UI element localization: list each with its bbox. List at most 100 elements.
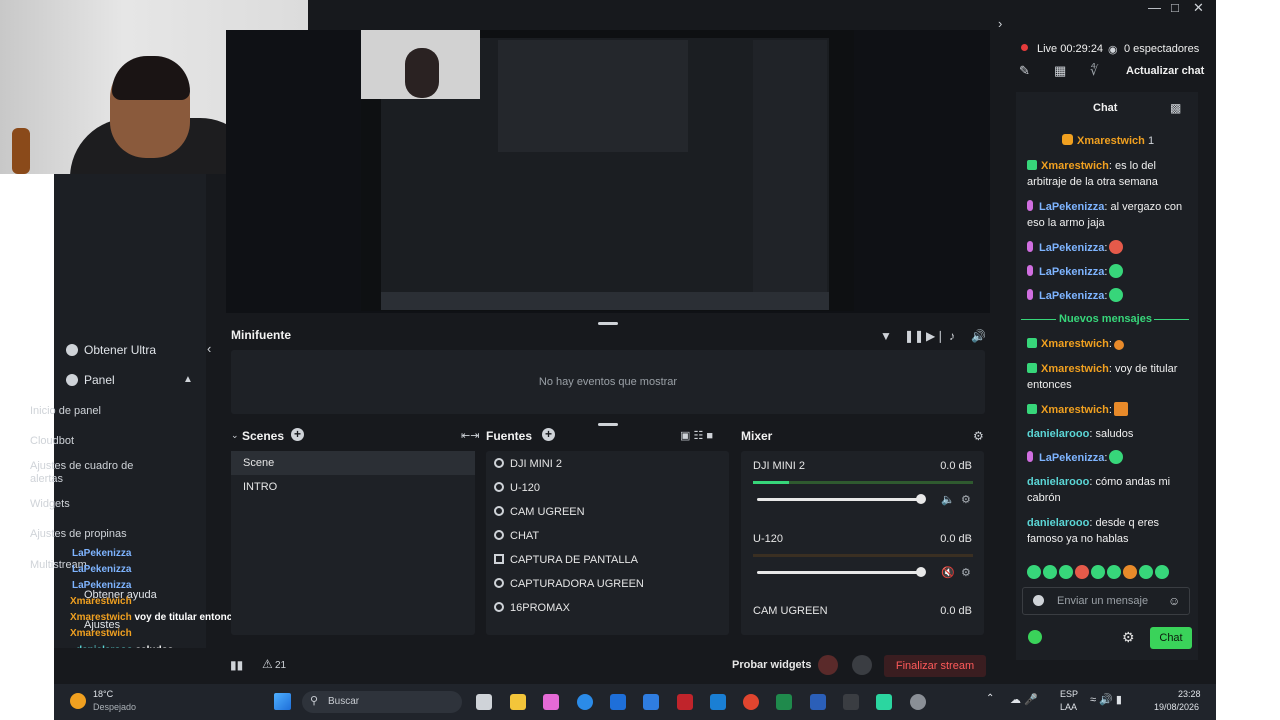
source-item[interactable]: CAPTURADORA UGREEN (494, 578, 644, 590)
chevron-down-icon[interactable]: ⌄ (231, 430, 239, 441)
chat-user[interactable]: LaPekenizza (1039, 201, 1104, 213)
volume-icon[interactable]: 🔊 (971, 329, 986, 343)
source-item[interactable]: DJI MINI 2 (494, 458, 562, 470)
gear-icon[interactable]: ⚙ (961, 493, 971, 506)
chat-user[interactable]: LaPekenizza (1039, 290, 1104, 302)
close-icon[interactable]: ✕ (1193, 0, 1204, 16)
chevron-up-icon[interactable]: ▲ (183, 374, 193, 385)
excel-icon[interactable] (776, 694, 792, 710)
stats-icon[interactable]: ▮▮ (230, 658, 243, 672)
maximize-icon[interactable]: □ (1171, 0, 1179, 15)
nav-subitem[interactable]: Inicio de panel (30, 405, 140, 418)
skip-icon[interactable]: ▶❘ (926, 329, 945, 343)
emote-icon[interactable] (1091, 565, 1105, 579)
nav-panel[interactable]: Panel (66, 373, 115, 387)
source-item[interactable]: 16PROMAX (494, 602, 570, 614)
nav-subitem[interactable]: Ajustes de cuadro de alertas (30, 460, 140, 486)
volume-slider-knob[interactable] (916, 567, 926, 577)
chat-user[interactable]: LaPekenizza (1039, 242, 1104, 254)
mixer-settings-icon[interactable]: ⚙ (973, 429, 984, 443)
source-item[interactable]: U-120 (494, 482, 540, 494)
speaker-icon[interactable]: 🔈 (941, 493, 955, 506)
edge-icon[interactable] (577, 694, 593, 710)
resize-handle[interactable] (598, 322, 618, 325)
network-volume-battery-icon[interactable]: ≈ 🔊 ▮ (1090, 693, 1122, 706)
chat-user[interactable]: Xmarestwich (1041, 338, 1109, 350)
points-icon[interactable] (1028, 630, 1042, 644)
tray-icons[interactable]: ☁ 🎤 (1010, 693, 1038, 706)
mute-alerts-icon[interactable]: ♪ (949, 329, 955, 343)
store-app-icon[interactable] (610, 694, 626, 710)
emote-icon[interactable] (1027, 565, 1041, 579)
nav-ultra[interactable]: Obtener Ultra (66, 343, 156, 357)
add-scene-icon[interactable]: + (291, 428, 304, 441)
taskbar-search[interactable]: Buscar (302, 691, 462, 713)
transition-icon[interactable]: ⇤⇥ (461, 429, 479, 442)
chat-user[interactable]: danielarooo (1027, 476, 1089, 488)
users-icon[interactable]: ▩ (1170, 101, 1181, 115)
nav-subitem[interactable]: Ajustes de propinas (30, 528, 140, 541)
chat-input[interactable]: Enviar un mensaje (1022, 587, 1190, 615)
gear-icon[interactable]: ⚙ (961, 566, 971, 579)
emote-icon[interactable] (1139, 565, 1153, 579)
scene-item[interactable]: Scene (231, 451, 475, 475)
pause-icon[interactable]: ❚❚ (904, 329, 924, 343)
chat-user[interactable]: danielarooo (1027, 428, 1089, 440)
volume-slider-knob[interactable] (916, 494, 926, 504)
chat-user[interactable]: Xmarestwich (1041, 363, 1109, 375)
streamlabs-icon[interactable] (876, 694, 892, 710)
lang-2[interactable]: LAA (1060, 702, 1077, 712)
chat-user[interactable]: LaPekenizza (1039, 266, 1104, 278)
shield-icon[interactable] (1033, 595, 1044, 606)
settings-app-icon[interactable] (910, 694, 926, 710)
minimize-icon[interactable]: — (1148, 0, 1161, 15)
emote-icon[interactable] (1107, 565, 1121, 579)
alert-icon[interactable]: ⚠ (262, 657, 273, 671)
end-stream-button[interactable]: Finalizar stream (884, 655, 986, 677)
record-button[interactable] (818, 655, 838, 675)
source-tools-icon[interactable]: ▣ ☷ ■ (680, 429, 713, 442)
speaker-muted-icon[interactable]: 🔇 (941, 566, 955, 579)
task-view-icon[interactable] (476, 694, 492, 710)
tray-chevron-icon[interactable]: ⌃ (986, 693, 994, 704)
folder-icon[interactable] (510, 694, 526, 710)
mcafee-icon[interactable] (677, 694, 693, 710)
collapse-sidebar-icon[interactable]: ‹ (207, 341, 211, 356)
share-icon[interactable]: ∜ (1090, 63, 1098, 79)
editor-icon[interactable] (643, 694, 659, 710)
source-item[interactable]: CAPTURA DE PANTALLA (494, 554, 638, 566)
replay-button[interactable] (852, 655, 872, 675)
calculator-icon[interactable] (843, 694, 859, 710)
update-chat-button[interactable]: Actualizar chat (1126, 65, 1204, 77)
clock-time[interactable]: 23:28 (1178, 689, 1201, 699)
emote-icon[interactable] (1043, 565, 1057, 579)
weather-icon[interactable] (70, 693, 86, 709)
stream-preview[interactable] (361, 30, 854, 311)
emote-bar[interactable] (1025, 563, 1185, 579)
chat-user[interactable]: danielarooo (1027, 517, 1089, 529)
copilot-icon[interactable] (543, 694, 559, 710)
chat-user[interactable]: Xmarestwich (1041, 404, 1109, 416)
chat-user[interactable]: LaPekenizza (1039, 452, 1104, 464)
lang-1[interactable]: ESP (1060, 689, 1078, 699)
chat-user[interactable]: Xmarestwich (1041, 160, 1109, 172)
emoji-icon[interactable]: ☺ (1168, 594, 1180, 608)
source-item[interactable]: CHAT (494, 530, 539, 542)
mail-icon[interactable] (710, 694, 726, 710)
emote-icon[interactable] (1075, 565, 1089, 579)
test-widgets-button[interactable]: Probar widgets (732, 659, 811, 671)
scene-item[interactable]: INTRO (231, 475, 475, 499)
chat-settings-icon[interactable]: ⚙ (1122, 629, 1135, 646)
store-icon[interactable]: ▦ (1054, 63, 1066, 79)
volume-slider[interactable] (757, 567, 926, 577)
start-icon[interactable] (274, 693, 291, 710)
emote-icon[interactable] (1059, 565, 1073, 579)
chat-send-button[interactable]: Chat (1150, 627, 1192, 649)
expand-chat-icon[interactable]: › (998, 16, 1002, 31)
filter-icon[interactable]: ▼ (880, 329, 892, 343)
emote-icon[interactable] (1155, 565, 1169, 579)
add-source-icon[interactable]: + (542, 428, 555, 441)
clock-date[interactable]: 19/08/2026 (1154, 702, 1199, 712)
nav-subitem[interactable]: Cloudbot (30, 435, 140, 448)
source-item[interactable]: CAM UGREEN (494, 506, 585, 518)
